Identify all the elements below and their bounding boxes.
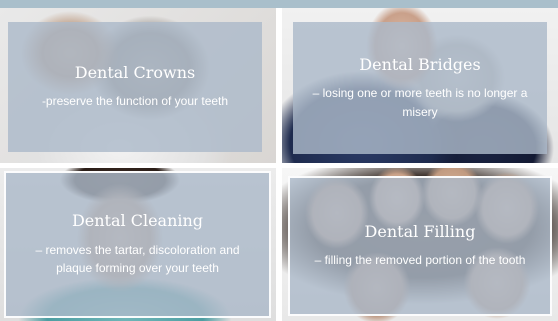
service-overlay-bridges: Dental Bridges – losing one or more teet… bbox=[293, 22, 547, 154]
top-accent-bar bbox=[0, 0, 558, 8]
service-title: Dental Bridges bbox=[359, 54, 481, 74]
service-overlay-crowns: Dental Crowns -preserve the function of … bbox=[8, 22, 262, 152]
service-tile-bridges[interactable]: Dental Bridges – losing one or more teet… bbox=[282, 8, 558, 163]
service-tile-filling[interactable]: Dental Filling – filling the removed por… bbox=[282, 168, 558, 321]
service-description: – losing one or more teeth is no longer … bbox=[312, 86, 528, 119]
service-tile-crowns[interactable]: Dental Crowns -preserve the function of … bbox=[0, 8, 276, 163]
service-title: Dental Filling bbox=[364, 222, 476, 242]
service-title: Dental Crowns bbox=[74, 63, 196, 83]
service-overlay-filling: Dental Filling – filling the removed por… bbox=[288, 176, 552, 316]
service-tile-cleaning[interactable]: Dental Cleaning – removes the tartar, di… bbox=[0, 168, 276, 321]
service-description: – removes the tartar, discoloration and … bbox=[35, 242, 240, 276]
service-description: -preserve the function of your teeth bbox=[41, 94, 229, 109]
service-title: Dental Cleaning bbox=[71, 211, 204, 231]
service-description: – filling the removed portion of the too… bbox=[314, 253, 526, 268]
service-overlay-cleaning: Dental Cleaning – removes the tartar, di… bbox=[4, 171, 271, 318]
